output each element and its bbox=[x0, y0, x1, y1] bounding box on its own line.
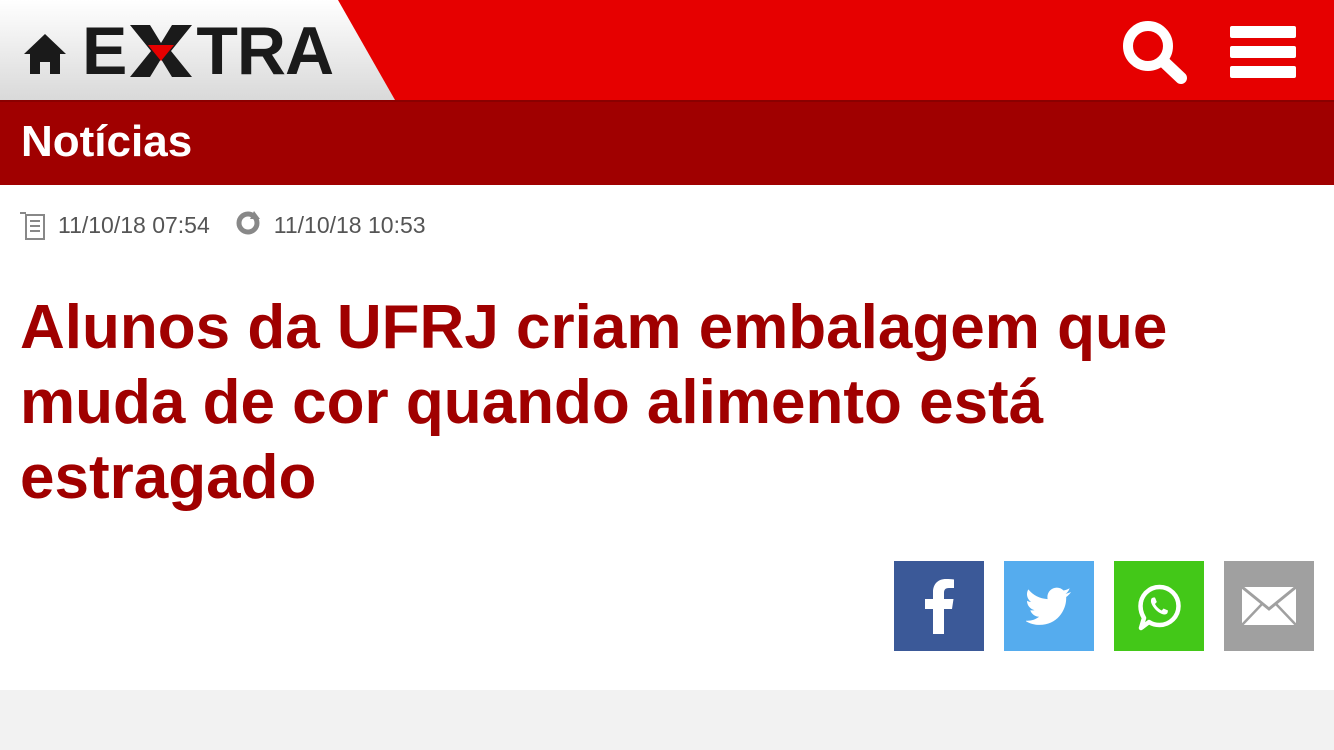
site-header: E TRA bbox=[0, 0, 1334, 100]
twitter-icon bbox=[1026, 587, 1071, 625]
menu-bar bbox=[1230, 46, 1296, 58]
brand-x-mark bbox=[128, 21, 194, 81]
share-email-button[interactable] bbox=[1224, 561, 1314, 651]
home-icon[interactable] bbox=[22, 30, 68, 76]
share-facebook-button[interactable] bbox=[894, 561, 984, 651]
page-background-gap bbox=[0, 690, 1334, 750]
extra-logo[interactable]: E TRA bbox=[82, 13, 334, 89]
page: E TRA Notícias 11/10/18 07:54 11/10/18 1… bbox=[0, 0, 1334, 750]
refresh-icon bbox=[236, 211, 260, 235]
article-meta: 11/10/18 07:54 11/10/18 10:53 bbox=[20, 205, 452, 245]
envelope-icon bbox=[1241, 585, 1297, 626]
menu-bar bbox=[1230, 26, 1296, 38]
menu-bar bbox=[1230, 66, 1296, 78]
share-whatsapp-button[interactable] bbox=[1114, 561, 1204, 651]
updated-date-text: 11/10/18 10:53 bbox=[273, 211, 426, 238]
article: 11/10/18 07:54 11/10/18 10:53 Alunos da … bbox=[0, 185, 1334, 690]
brand-letter-e: E bbox=[82, 13, 127, 89]
published-date-text: 11/10/18 07:54 bbox=[58, 211, 210, 238]
search-icon bbox=[1123, 21, 1187, 84]
document-icon bbox=[20, 212, 45, 240]
article-headline: Alunos da UFRJ criam embalagem que muda … bbox=[20, 293, 1168, 512]
share-twitter-button[interactable] bbox=[1004, 561, 1094, 651]
section-bar: Notícias bbox=[0, 100, 1334, 185]
brand-letters-tra: TRA bbox=[196, 13, 334, 89]
published-date: 11/10/18 07:54 bbox=[20, 209, 210, 241]
whatsapp-icon bbox=[1138, 584, 1181, 631]
updated-date: 11/10/18 10:53 bbox=[236, 209, 426, 241]
search-button[interactable] bbox=[1118, 18, 1190, 86]
hamburger-menu-icon[interactable] bbox=[1228, 22, 1300, 82]
section-title[interactable]: Notícias bbox=[21, 116, 192, 168]
facebook-icon bbox=[925, 579, 954, 634]
